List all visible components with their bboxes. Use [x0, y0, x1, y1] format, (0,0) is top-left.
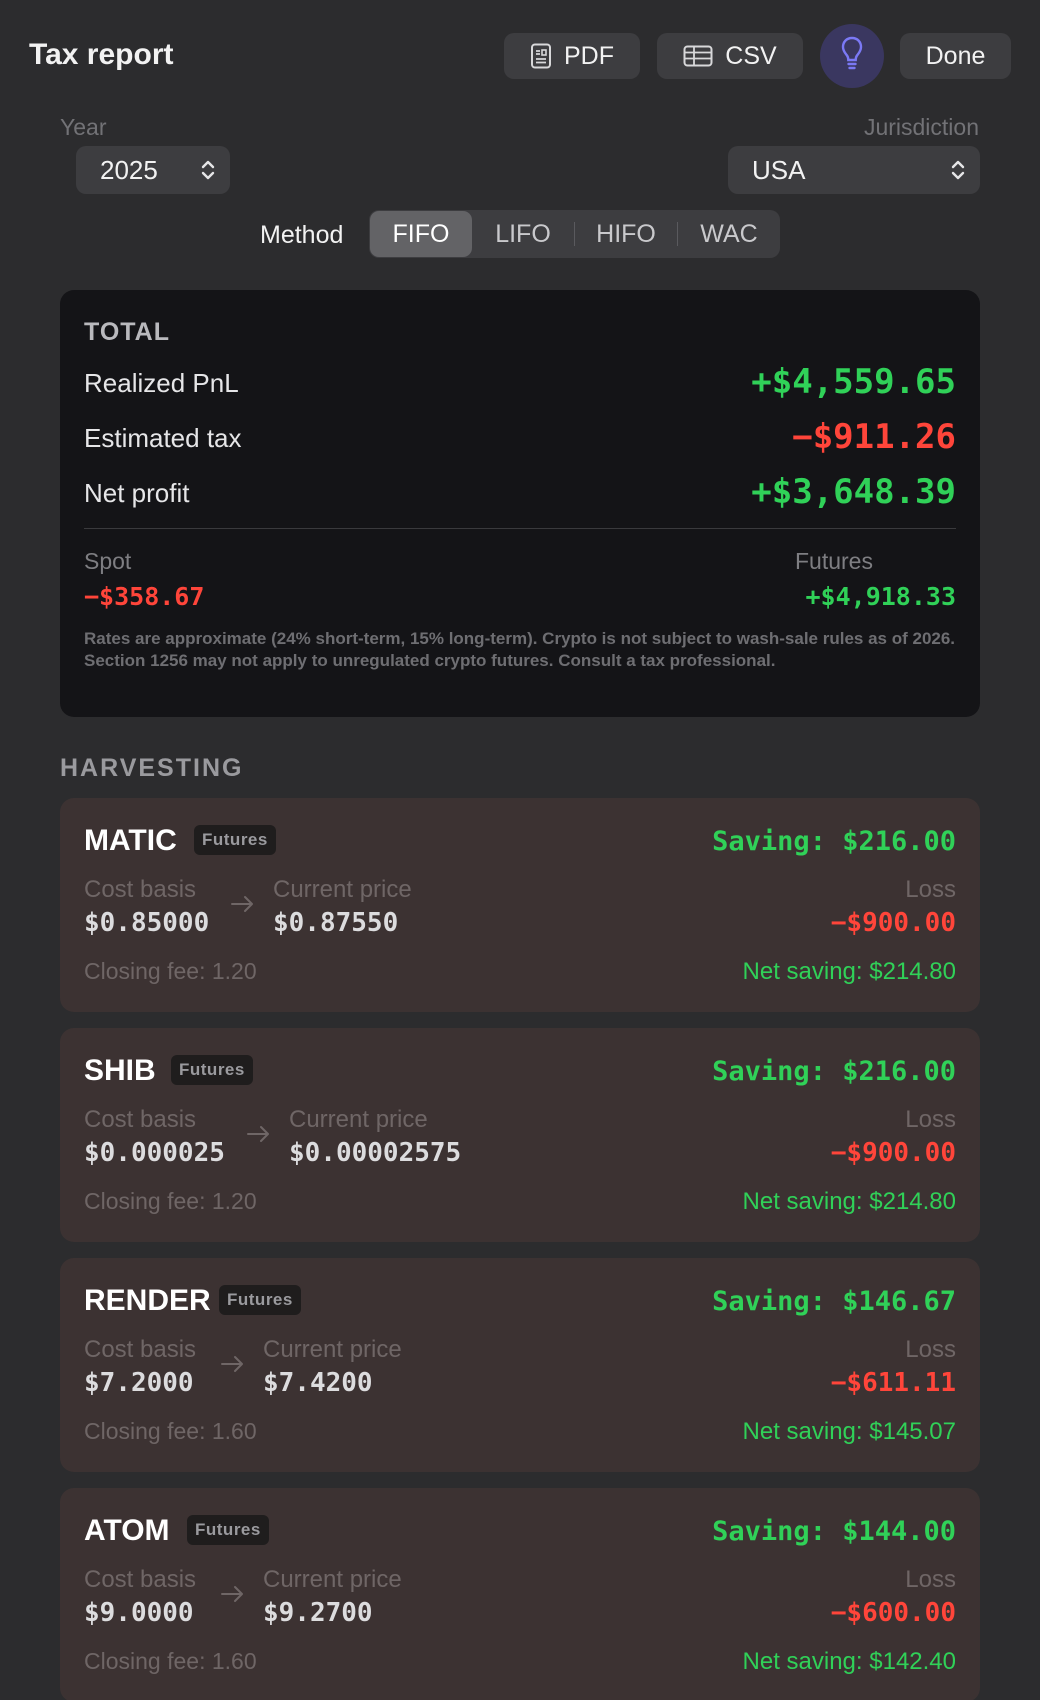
net-saving: Net saving: $142.40 — [742, 1648, 956, 1675]
net-saving: Net saving: $214.80 — [742, 958, 956, 985]
current-price-value: $0.87550 — [273, 908, 399, 938]
net-profit-label: Net profit — [84, 478, 190, 508]
saving-amount: Saving: $146.67 — [712, 1286, 956, 1317]
arrow-right-icon — [246, 1124, 272, 1149]
tips-button[interactable] — [820, 24, 884, 88]
harvesting-section-title: HARVESTING — [60, 754, 244, 782]
net-saving: Net saving: $145.07 — [742, 1418, 956, 1445]
lightbulb-icon — [840, 36, 864, 77]
method-segmented-control: FIFO LIFO HIFO WAC — [369, 210, 780, 258]
asset-symbol: RENDER — [84, 1284, 211, 1317]
net-saving: Net saving: $214.80 — [742, 1188, 956, 1215]
spot-label: Spot — [84, 548, 132, 574]
page-title: Tax report — [29, 38, 174, 71]
closing-fee: Closing fee: 1.60 — [84, 1648, 257, 1674]
harvest-card[interactable]: MATIC Futures Saving: $216.00 Cost basis… — [60, 798, 980, 1012]
cost-basis-label: Cost basis — [84, 876, 197, 903]
asset-symbol: MATIC — [84, 824, 177, 857]
divider — [84, 528, 956, 529]
jurisdiction-value: USA — [752, 154, 806, 185]
estimated-tax-value: −$911.26 — [792, 417, 956, 457]
method-option-hifo[interactable]: HIFO — [575, 210, 677, 258]
arrow-right-icon — [220, 1354, 246, 1379]
current-price-label: Current price — [263, 1566, 402, 1593]
cost-basis-value: $0.85000 — [84, 908, 210, 938]
realized-pnl-value: +$4,559.65 — [751, 362, 956, 402]
export-pdf-button[interactable]: PDF — [504, 33, 640, 79]
arrow-right-icon — [230, 894, 256, 919]
jurisdiction-label: Jurisdiction — [863, 114, 979, 140]
loss-value: −$600.00 — [830, 1598, 956, 1628]
harvest-card[interactable]: RENDER Futures Saving: $146.67 Cost basi… — [60, 1258, 980, 1472]
done-button[interactable]: Done — [900, 33, 1011, 79]
loss-value: −$611.11 — [830, 1368, 956, 1398]
closing-fee: Closing fee: 1.20 — [84, 1188, 257, 1214]
cost-basis-value: $9.0000 — [84, 1598, 194, 1628]
chevron-up-down-icon — [200, 158, 216, 189]
closing-fee: Closing fee: 1.20 — [84, 958, 257, 984]
saving-amount: Saving: $216.00 — [712, 826, 956, 857]
loss-label: Loss — [905, 1336, 956, 1363]
estimated-tax-label: Estimated tax — [84, 423, 242, 453]
asset-symbol: SHIB — [84, 1054, 156, 1087]
cost-basis-label: Cost basis — [84, 1336, 197, 1363]
loss-label: Loss — [905, 876, 956, 903]
saving-amount: Saving: $216.00 — [712, 1056, 956, 1087]
current-price-value: $7.4200 — [263, 1368, 373, 1398]
pdf-document-icon — [530, 43, 552, 69]
method-option-fifo[interactable]: FIFO — [370, 211, 472, 257]
chevron-up-down-icon — [950, 158, 966, 189]
year-value: 2025 — [100, 154, 158, 185]
harvest-card[interactable]: SHIB Futures Saving: $216.00 Cost basis … — [60, 1028, 980, 1242]
pdf-button-label: PDF — [564, 41, 614, 70]
market-type-badge: Futures — [171, 1055, 253, 1085]
realized-pnl-label: Realized PnL — [84, 368, 239, 398]
current-price-label: Current price — [273, 876, 412, 903]
futures-value: +$4,918.33 — [805, 582, 956, 611]
market-type-badge: Futures — [194, 825, 276, 855]
loss-label: Loss — [905, 1566, 956, 1593]
header-bar: Tax report PDF CSV Done — [0, 0, 1040, 110]
method-option-lifo[interactable]: LIFO — [472, 210, 574, 258]
table-grid-icon — [683, 45, 713, 67]
closing-fee: Closing fee: 1.60 — [84, 1418, 257, 1444]
asset-symbol: ATOM — [84, 1514, 170, 1547]
cost-basis-value: $7.2000 — [84, 1368, 194, 1398]
jurisdiction-select[interactable]: USA — [728, 146, 980, 194]
spot-value: −$358.67 — [84, 582, 205, 611]
current-price-value: $0.00002575 — [289, 1138, 462, 1168]
csv-button-label: CSV — [725, 41, 777, 70]
loss-value: −$900.00 — [830, 1138, 956, 1168]
method-option-wac[interactable]: WAC — [678, 210, 780, 258]
harvest-card[interactable]: ATOM Futures Saving: $144.00 Cost basis … — [60, 1488, 980, 1700]
total-heading: TOTAL — [84, 318, 171, 346]
method-label: Method — [260, 221, 344, 249]
arrow-right-icon — [220, 1584, 246, 1609]
current-price-label: Current price — [289, 1106, 428, 1133]
year-label: Year — [60, 114, 107, 140]
current-price-value: $9.2700 — [263, 1598, 373, 1628]
current-price-label: Current price — [263, 1336, 402, 1363]
futures-label: Futures — [795, 548, 873, 574]
saving-amount: Saving: $144.00 — [712, 1516, 956, 1547]
year-select[interactable]: 2025 — [76, 146, 230, 194]
cost-basis-label: Cost basis — [84, 1566, 197, 1593]
loss-value: −$900.00 — [830, 908, 956, 938]
cost-basis-label: Cost basis — [84, 1106, 197, 1133]
market-type-badge: Futures — [219, 1285, 301, 1315]
cost-basis-value: $0.000025 — [84, 1138, 225, 1168]
net-profit-value: +$3,648.39 — [751, 472, 956, 512]
tax-disclaimer: Rates are approximate (24% short-term, 1… — [84, 629, 956, 670]
loss-label: Loss — [905, 1106, 956, 1133]
market-type-badge: Futures — [187, 1515, 269, 1545]
export-csv-button[interactable]: CSV — [657, 33, 803, 79]
total-summary-card: TOTAL Realized PnL +$4,559.65 Estimated … — [60, 290, 980, 717]
